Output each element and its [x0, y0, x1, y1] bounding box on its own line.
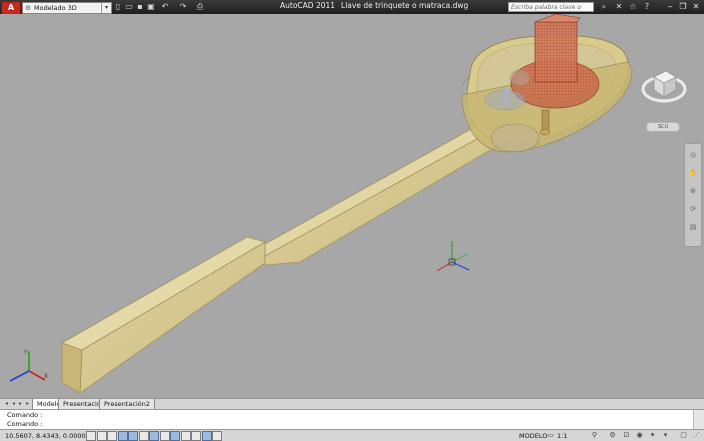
search-input[interactable]: Escriba palabra clave o frase	[508, 2, 594, 21]
command-prompt-line[interactable]: Comando :	[7, 420, 42, 428]
last-tab-icon[interactable]: ▸	[24, 400, 31, 408]
hardware-acceleration-icon[interactable]: ◉	[635, 431, 644, 440]
title-bar: A ⚙ Modelado 3D ▾ ▯ ▭ ▪ ▣ ↶ ↷ ⎙ AutoCAD …	[0, 0, 704, 21]
close-icon[interactable]: ✕	[690, 1, 702, 12]
quick-view-layouts-icon[interactable]: ▭	[546, 431, 555, 440]
pan-icon[interactable]: ✋	[688, 168, 698, 178]
window-title: AutoCAD 2011 Llave de trinquete o matraca…	[280, 1, 468, 10]
document-name: Llave de trinquete o matraca.dwg	[341, 1, 469, 10]
open-icon[interactable]: ▭	[124, 2, 134, 12]
workspace-label: Modelado 3D	[34, 4, 77, 12]
resize-grip-icon: ⋰	[693, 431, 700, 439]
minimize-icon[interactable]: ‒	[664, 1, 676, 12]
redo-icon[interactable]: ↷	[178, 2, 188, 12]
navigation-bar: ◎ ✋ ⊕ ⟳ ▤	[684, 143, 702, 247]
command-scrollbar[interactable]	[693, 410, 704, 430]
saveas-icon[interactable]: ▣	[146, 2, 156, 12]
ucs-center-icon	[436, 241, 470, 272]
first-tab-icon[interactable]: ◂	[3, 400, 10, 408]
undo-icon[interactable]: ↶	[160, 2, 170, 12]
ucs-menu-button[interactable]: SCU	[646, 122, 680, 132]
steering-wheel-icon[interactable]: ◎	[688, 150, 698, 160]
orbit-icon[interactable]: ⟳	[688, 204, 698, 214]
new-icon[interactable]: ▯	[113, 2, 123, 12]
drawing-viewport[interactable]: Y X SCU ◎ ✋ ⊕ ⟳ ▤	[0, 14, 704, 398]
svg-text:Y: Y	[23, 349, 28, 356]
restore-icon[interactable]: ❐	[677, 1, 689, 12]
workspace-selector[interactable]: ⚙ Modelado 3D ▾	[22, 2, 112, 14]
command-window[interactable]: Comando : Comando :	[0, 409, 704, 430]
isolate-objects-icon[interactable]: ✦	[648, 431, 657, 440]
viewcube-icon[interactable]	[640, 59, 688, 109]
plot-icon[interactable]: ⎙	[195, 2, 205, 12]
command-history-line: Comando :	[7, 411, 43, 419]
annotation-visibility-icon[interactable]: ⚲	[590, 431, 599, 440]
svg-text:X: X	[44, 373, 48, 380]
wrench-model: Y X	[9, 14, 633, 394]
star-icon[interactable]: ☆	[628, 2, 638, 12]
save-icon[interactable]: ▪	[135, 2, 145, 12]
status-menu-icon[interactable]: ▾	[661, 431, 670, 440]
showmotion-icon[interactable]: ▤	[688, 222, 698, 232]
exchange-icon[interactable]: ✕	[614, 2, 624, 12]
binoculars-icon[interactable]: ⌕	[599, 2, 609, 12]
workspace-switch-icon[interactable]: ⚙	[608, 431, 617, 440]
ucs-corner-icon: Y X	[9, 349, 48, 382]
prev-tab-icon[interactable]: ◂	[10, 400, 17, 408]
application-menu-button[interactable]: A	[1, 1, 21, 15]
status-bar: 10.5607, 8.4343, 0.0000 MODELO ▭ 1:1 ⚲ ⚙…	[0, 429, 704, 441]
wrench-shaft	[264, 123, 499, 266]
viewcube[interactable]	[640, 59, 688, 111]
zoom-icon[interactable]: ⊕	[688, 186, 698, 196]
help-icon[interactable]: ?	[642, 2, 652, 12]
app-name: AutoCAD 2011	[280, 1, 336, 10]
lock-icon[interactable]: ⊡	[622, 431, 631, 440]
chevron-down-icon[interactable]: ▾	[101, 3, 111, 13]
gear-icon: ⚙	[25, 4, 31, 12]
next-tab-icon[interactable]: ▸	[17, 400, 24, 408]
wrench-grip	[61, 236, 267, 394]
clean-screen-icon[interactable]: ▢	[679, 431, 688, 440]
